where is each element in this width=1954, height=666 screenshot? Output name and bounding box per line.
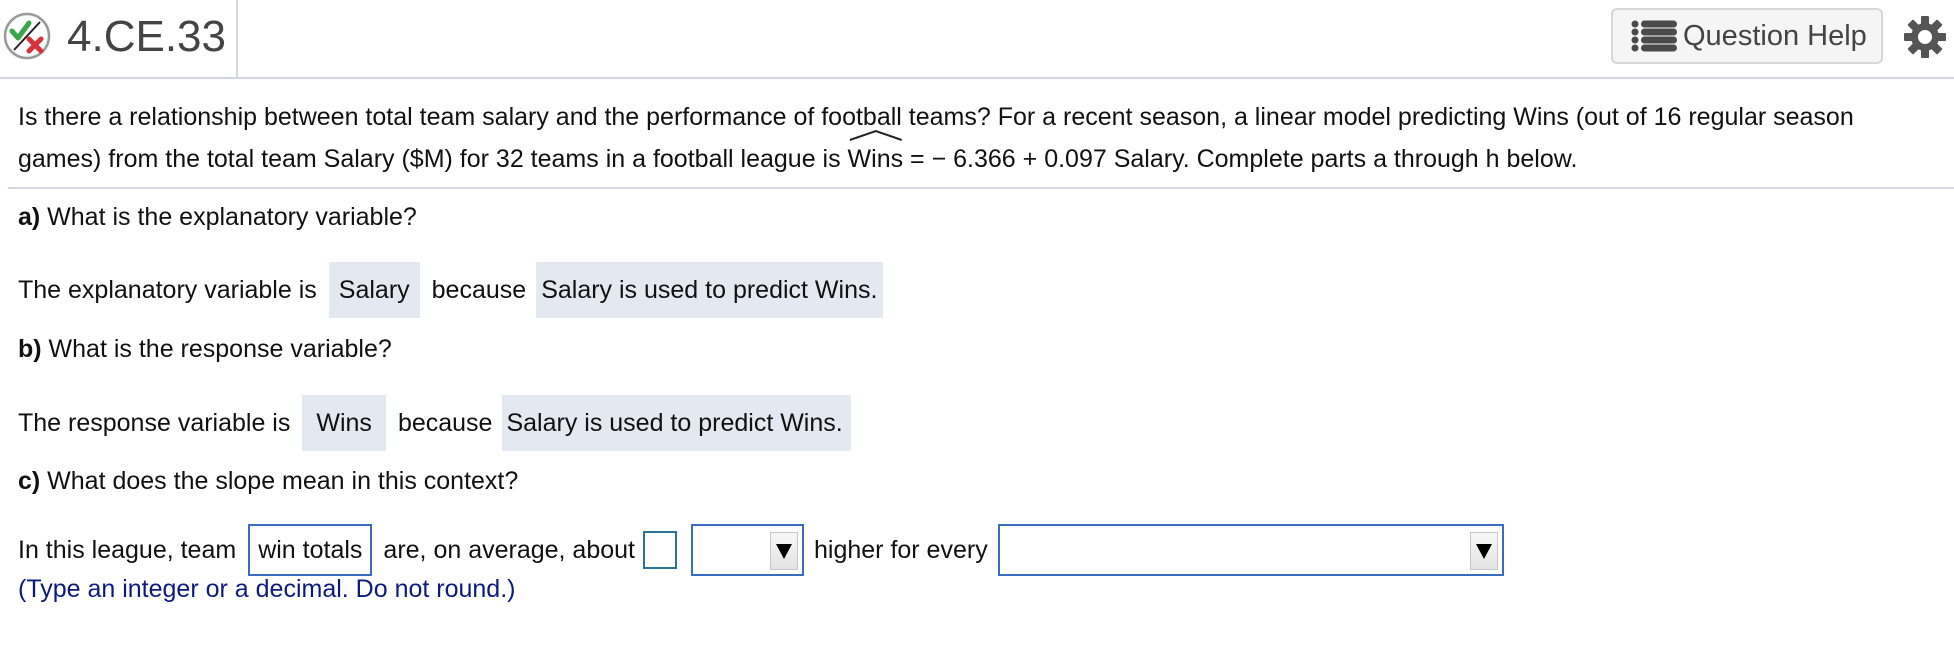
part-b-text: What is the response variable? bbox=[41, 335, 392, 363]
part-a-prefix: The explanatory variable is bbox=[18, 275, 317, 304]
part-c-letter: c) bbox=[18, 467, 41, 495]
gear-icon[interactable] bbox=[1903, 15, 1947, 59]
part-c-text: What does the slope mean in this context… bbox=[40, 467, 519, 495]
part-c-question: c) What does the slope mean in this cont… bbox=[18, 465, 518, 497]
every-unit-dropdown[interactable] bbox=[997, 524, 1504, 576]
question-id: 4.CE.33 bbox=[67, 12, 226, 61]
part-a-letter: a) bbox=[18, 203, 41, 231]
part-a-because: because bbox=[431, 275, 527, 304]
part-a-answer-row: The explanatory variable is Salary becau… bbox=[18, 262, 884, 318]
partial-correct-icon bbox=[3, 12, 51, 60]
chevron-down-icon[interactable] bbox=[1469, 532, 1498, 570]
part-c-prefix: In this league, team bbox=[18, 535, 237, 564]
part-b-question: b) What is the response variable? bbox=[18, 333, 392, 365]
part-b-letter: b) bbox=[18, 335, 42, 363]
question-help-label: Question Help bbox=[1683, 19, 1867, 52]
question-line-2-suffix: = − 6.366 + 0.097 Salary. Complete parts… bbox=[903, 145, 1578, 173]
header-divider bbox=[236, 0, 238, 77]
question-line-1: Is there a relationship between total te… bbox=[18, 103, 1854, 131]
list-icon bbox=[1631, 20, 1677, 52]
question-line-2: games) from the total team Salary ($M) f… bbox=[18, 129, 1948, 180]
wins-hat-variable: Wins bbox=[847, 129, 904, 180]
part-b-answer-reason[interactable]: Salary is used to predict Wins. bbox=[502, 395, 851, 451]
part-c-selected-answer[interactable]: win totals bbox=[248, 524, 373, 576]
part-c-middle: are, on average, about bbox=[383, 535, 635, 564]
part-a-answer-variable[interactable]: Salary bbox=[328, 262, 420, 318]
part-b-prefix: The response variable is bbox=[18, 408, 291, 437]
unit-dropdown[interactable] bbox=[691, 524, 804, 576]
part-c-after-dropdown: higher for every bbox=[814, 535, 988, 564]
chevron-down-icon[interactable] bbox=[770, 532, 798, 570]
question-header: 4.CE.33 Question Help bbox=[0, 0, 1954, 79]
part-b-answer-row: The response variable is Wins because Sa… bbox=[18, 395, 851, 451]
part-b-because: because bbox=[397, 408, 493, 437]
slope-number-input[interactable] bbox=[643, 531, 677, 569]
part-b-answer-variable[interactable]: Wins bbox=[302, 395, 386, 451]
question-help-button[interactable]: Question Help bbox=[1611, 8, 1883, 64]
question-text: Is there a relationship between total te… bbox=[18, 96, 1948, 180]
part-a-question: a) What is the explanatory variable? bbox=[18, 201, 417, 233]
hat-variable-text: Wins bbox=[847, 145, 904, 173]
part-a-text: What is the explanatory variable? bbox=[40, 203, 417, 231]
part-c-hint: (Type an integer or a decimal. Do not ro… bbox=[18, 575, 516, 603]
part-c-answer-row: In this league, team win totals are, on … bbox=[18, 524, 1504, 576]
hat-accent-icon bbox=[849, 129, 902, 141]
question-line-2-prefix: games) from the total team Salary ($M) f… bbox=[18, 145, 848, 173]
part-a-answer-reason[interactable]: Salary is used to predict Wins. bbox=[536, 262, 884, 318]
section-divider bbox=[8, 187, 1954, 189]
